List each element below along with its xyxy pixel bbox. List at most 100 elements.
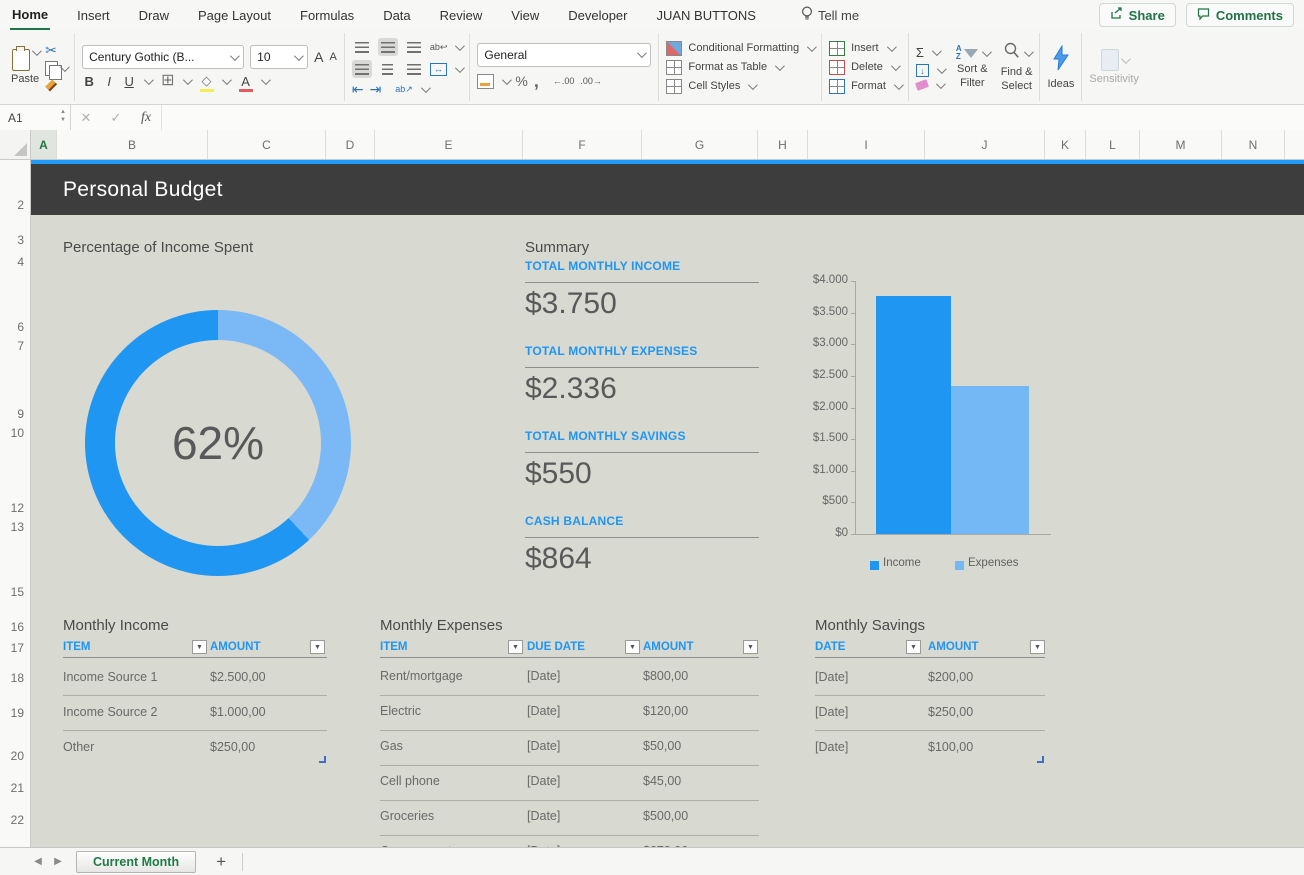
table-cell[interactable]: $1.000,00 [210, 705, 266, 719]
tab-developer[interactable]: Developer [566, 1, 629, 29]
table-cell[interactable]: $50,00 [643, 739, 681, 753]
chevron-down-icon[interactable] [183, 75, 193, 85]
font-name-select[interactable]: Century Gothic (B... [82, 45, 244, 69]
table-cell[interactable]: $100,00 [928, 740, 973, 754]
shrink-font-button[interactable]: A [329, 51, 336, 63]
share-button[interactable]: Share [1099, 3, 1176, 27]
table-cell[interactable]: Income Source 2 [63, 705, 158, 719]
tab-insert[interactable]: Insert [75, 1, 112, 29]
table-cell[interactable]: $250,00 [928, 705, 973, 719]
underline-button[interactable]: U [122, 74, 136, 89]
table-resize-handle[interactable] [319, 756, 326, 763]
table-cell[interactable]: Cell phone [380, 774, 440, 788]
table-cell[interactable]: [Date] [815, 705, 848, 719]
chevron-down-icon[interactable] [932, 46, 942, 56]
chevron-down-icon[interactable] [936, 79, 946, 89]
column-header-b[interactable]: B [57, 130, 208, 159]
row-header[interactable]: 22 [11, 813, 24, 827]
fill-color-button[interactable]: ◇ [200, 73, 214, 89]
table-cell[interactable]: Rent/mortgage [380, 669, 463, 683]
font-color-button[interactable]: A [239, 74, 253, 89]
column-header-g[interactable]: G [642, 130, 758, 159]
column-header-m[interactable]: M [1140, 130, 1222, 159]
cancel-icon[interactable]: ✕ [71, 105, 101, 130]
tab-juan-buttons[interactable]: JUAN BUTTONS [655, 1, 758, 29]
expenses-bar[interactable] [951, 386, 1029, 534]
table-cell[interactable]: $500,00 [643, 809, 688, 823]
chevron-down-icon[interactable] [144, 75, 154, 85]
table-cell[interactable]: Income Source 1 [63, 670, 158, 684]
row-header[interactable]: 20 [11, 749, 24, 763]
row-header[interactable]: 12 [11, 501, 24, 515]
increase-decimal-button[interactable]: ←.00 [553, 77, 575, 86]
row-header[interactable]: 4 [17, 255, 24, 269]
column-header-e[interactable]: E [375, 130, 523, 159]
row-header[interactable]: 3 [17, 233, 24, 247]
format-painter-button[interactable] [45, 80, 57, 92]
chevron-down-icon[interactable] [421, 83, 431, 93]
column-header-f[interactable]: F [523, 130, 642, 159]
row-header[interactable]: 17 [11, 641, 24, 655]
row-header[interactable]: 7 [17, 339, 24, 353]
filter-button[interactable]: ▼ [192, 640, 207, 654]
table-cell[interactable]: $45,00 [643, 774, 681, 788]
tab-formulas[interactable]: Formulas [298, 1, 356, 29]
next-sheet-arrow[interactable]: ▶ [48, 856, 68, 867]
table-cell[interactable]: $120,00 [643, 704, 688, 718]
column-header-n[interactable]: N [1222, 130, 1285, 159]
chevron-down-icon[interactable] [32, 46, 42, 56]
tab-review[interactable]: Review [438, 1, 485, 29]
chevron-down-icon[interactable] [937, 64, 947, 74]
insert-cells-button[interactable]: Insert [829, 41, 901, 56]
autosum-button[interactable]: Σ [916, 45, 924, 60]
align-left-button[interactable] [352, 60, 372, 78]
sort-filter-button[interactable]: AZ Sort & Filter [956, 45, 989, 89]
comma-style-button[interactable]: , [534, 71, 539, 92]
decrease-indent-button[interactable]: ⇤ [352, 82, 364, 96]
orientation-button[interactable]: ab↗ [395, 85, 413, 94]
name-box[interactable]: A1 ▲ ▼ [0, 105, 71, 130]
column-header-l[interactable]: L [1086, 130, 1140, 159]
row-header[interactable]: 6 [17, 320, 24, 334]
tell-me[interactable]: Tell me [801, 6, 859, 24]
accounting-format-button[interactable] [477, 74, 494, 89]
filter-button[interactable]: ▼ [310, 640, 325, 654]
column-header-k[interactable]: K [1045, 130, 1086, 159]
add-sheet-button[interactable]: + [210, 852, 232, 872]
row-header[interactable]: 19 [11, 706, 24, 720]
column-header-j[interactable]: J [925, 130, 1045, 159]
column-header-partial[interactable] [1285, 130, 1304, 159]
row-header[interactable]: 21 [11, 781, 24, 795]
filter-button[interactable]: ▼ [906, 640, 921, 654]
donut-chart[interactable]: 62% [85, 310, 351, 576]
cut-button[interactable]: ✂ [45, 43, 67, 57]
align-bottom-button[interactable] [404, 38, 424, 56]
row-header[interactable]: 18 [11, 671, 24, 685]
tab-page-layout[interactable]: Page Layout [196, 1, 273, 29]
row-header[interactable]: 15 [11, 585, 24, 599]
table-cell[interactable]: $200,00 [928, 670, 973, 684]
font-size-select[interactable]: 10 [250, 45, 308, 69]
align-middle-button[interactable] [378, 38, 398, 56]
align-top-button[interactable] [352, 38, 372, 56]
tab-data[interactable]: Data [381, 1, 412, 29]
format-cells-button[interactable]: Format [829, 79, 901, 94]
row-header[interactable]: 2 [17, 198, 24, 212]
name-box-stepper[interactable]: ▲ ▼ [60, 108, 66, 125]
table-cell[interactable]: [Date] [815, 670, 848, 684]
tab-draw[interactable]: Draw [137, 1, 171, 29]
clear-button[interactable] [915, 79, 929, 91]
filter-button[interactable]: ▼ [743, 640, 758, 654]
column-header-h[interactable]: H [758, 130, 808, 159]
chevron-down-icon[interactable] [502, 75, 512, 85]
format-as-table-button[interactable]: Format as Table [666, 60, 814, 75]
filter-button[interactable]: ▼ [625, 640, 640, 654]
income-bar[interactable] [876, 296, 951, 534]
find-select-button[interactable]: Find & Select [1001, 42, 1033, 92]
chevron-down-icon[interactable] [455, 41, 465, 51]
decrease-decimal-button[interactable]: .00→ [580, 77, 602, 86]
insert-function-icon[interactable]: fx [131, 105, 161, 130]
table-cell[interactable]: Groceries [380, 809, 434, 823]
sheet-area[interactable]: Personal Budget Percentage of Income Spe… [31, 160, 1304, 847]
align-center-button[interactable] [378, 60, 398, 78]
